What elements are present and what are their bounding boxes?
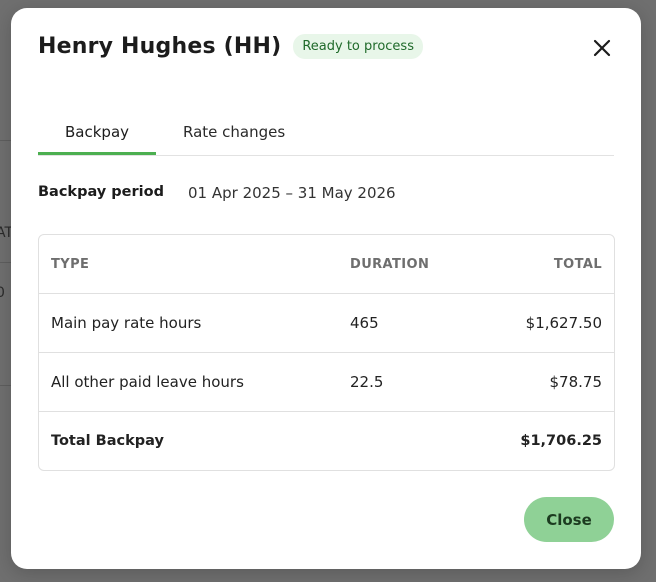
- tab-bar: Backpay Rate changes: [38, 120, 614, 156]
- backpay-dialog: Henry Hughes (HH) Ready to process Backp…: [11, 8, 641, 569]
- backpay-period: Backpay period 01 Apr 2025 – 31 May 2026: [38, 184, 396, 202]
- column-header-total: TOTAL: [502, 235, 614, 294]
- column-header-duration: DURATION: [338, 235, 502, 294]
- status-badge: Ready to process: [293, 34, 423, 59]
- row-duration: 22.5: [338, 352, 502, 412]
- backpay-period-label: Backpay period: [38, 184, 164, 200]
- table-total-row: Total Backpay $1,706.25: [39, 412, 614, 471]
- row-duration: 465: [338, 293, 502, 353]
- total-value: $1,706.25: [520, 433, 602, 449]
- table-header-row: TYPE DURATION TOTAL: [39, 235, 614, 294]
- close-button[interactable]: Close: [524, 497, 614, 542]
- backpay-table: TYPE DURATION TOTAL Main pay rate hours …: [38, 234, 615, 471]
- table-row: All other paid leave hours 22.5 $78.75: [39, 352, 614, 412]
- row-type: Main pay rate hours: [39, 293, 338, 353]
- close-icon[interactable]: [591, 37, 613, 59]
- total-label: Total Backpay: [51, 433, 164, 449]
- dialog-title: Henry Hughes (HH): [38, 34, 282, 59]
- tab-backpay[interactable]: Backpay: [38, 120, 157, 155]
- row-type: All other paid leave hours: [39, 352, 338, 412]
- column-header-type: TYPE: [39, 235, 338, 294]
- total-duration-empty: [338, 412, 502, 471]
- dialog-header: Henry Hughes (HH) Ready to process: [38, 34, 423, 59]
- table-row: Main pay rate hours 465 $1,627.50: [39, 293, 614, 353]
- tab-rate-changes[interactable]: Rate changes: [156, 120, 312, 155]
- row-total: $78.75: [502, 352, 614, 412]
- background-text: 0: [0, 285, 5, 301]
- backpay-period-value: 01 Apr 2025 – 31 May 2026: [188, 184, 396, 202]
- row-total: $1,627.50: [502, 293, 614, 353]
